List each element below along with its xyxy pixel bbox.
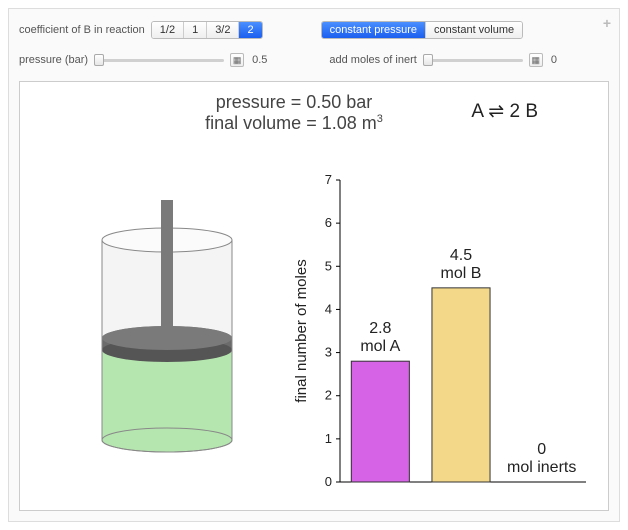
svg-text:5: 5 [325, 258, 332, 273]
piston-svg [32, 170, 292, 500]
svg-text:3: 3 [325, 345, 332, 360]
coeff-segmented[interactable]: 1/2 1 3/2 2 [151, 21, 263, 39]
inert-slider[interactable] [423, 53, 523, 67]
svg-text:0: 0 [537, 441, 546, 458]
pressure-stepper-icon[interactable]: ▦ [230, 53, 244, 67]
svg-text:final number of moles: final number of moles [293, 259, 310, 402]
svg-text:mol B: mol B [441, 265, 482, 282]
mode-constant-pressure[interactable]: constant pressure [322, 22, 426, 38]
svg-text:4: 4 [325, 301, 332, 316]
expand-icon[interactable]: + [603, 15, 611, 31]
mode-constant-volume[interactable]: constant volume [426, 22, 522, 38]
bar-chart: 0 1 2 3 4 5 6 7 final number of moles 2.8mol A 4.5… [292, 170, 596, 500]
coeff-option-1-2[interactable]: 1/2 [152, 22, 184, 38]
headline-volume-exp: 3 [377, 113, 383, 125]
svg-text:4.5: 4.5 [450, 247, 472, 264]
svg-text:mol inerts: mol inerts [507, 459, 576, 476]
piston-diagram [32, 170, 292, 500]
svg-text:6: 6 [325, 215, 332, 230]
visualization-pane: pressure = 0.50 bar final volume = 1.08 … [19, 81, 609, 511]
root-panel: + coefficient of B in reaction 1/2 1 3/2… [8, 8, 620, 522]
svg-text:1: 1 [325, 431, 332, 446]
coeff-option-3-2[interactable]: 3/2 [207, 22, 239, 38]
coeff-label: coefficient of B in reaction [19, 24, 145, 36]
svg-text:2: 2 [325, 388, 332, 403]
pressure-label: pressure (bar) [19, 54, 88, 66]
pressure-slider[interactable] [94, 53, 224, 67]
headline-volume-text: final volume = 1.08 m [205, 113, 377, 133]
coeff-option-2[interactable]: 2 [239, 22, 261, 38]
bar-chart-svg: 0 1 2 3 4 5 6 7 final number of moles 2.8mol A 4.5… [292, 170, 592, 500]
inert-stepper-icon[interactable]: ▦ [529, 53, 543, 67]
svg-text:7: 7 [325, 172, 332, 187]
svg-text:mol A: mol A [360, 338, 400, 355]
svg-text:0: 0 [325, 474, 332, 489]
pressure-readout: 0.5 [252, 54, 267, 66]
svg-text:2.8: 2.8 [369, 320, 391, 337]
reaction-equation: A ⇌ 2 B [471, 100, 538, 123]
controls-row-2: pressure (bar) ▦ 0.5 add moles of inert … [19, 47, 609, 73]
inert-readout: 0 [551, 54, 557, 66]
controls-row-1: coefficient of B in reaction 1/2 1 3/2 2… [19, 17, 609, 43]
inert-label: add moles of inert [329, 54, 416, 66]
mode-segmented[interactable]: constant pressure constant volume [321, 21, 524, 39]
coeff-option-1[interactable]: 1 [184, 22, 207, 38]
